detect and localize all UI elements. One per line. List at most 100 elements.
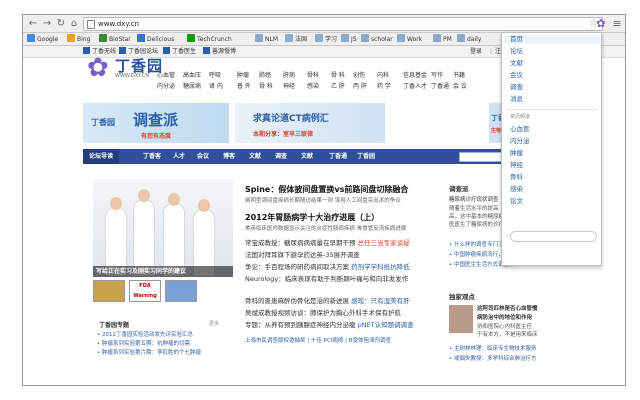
menu-icon[interactable]: ≡: [611, 17, 623, 30]
top-nav-link[interactable]: 普 外: [237, 83, 251, 91]
survey-line[interactable]: 糖尿病诊疗现状调查: [449, 196, 499, 204]
column-item[interactable]: • 2012丁香园实验活动发先评实验汇总: [97, 331, 193, 339]
thumb-fda-warning[interactable]: FDA Warning: [129, 280, 161, 302]
main-nav-item[interactable]: 丁香通: [323, 149, 353, 164]
dropdown-channel-papers[interactable]: 论文: [510, 197, 523, 206]
bookmark-item[interactable]: NLM: [255, 34, 278, 45]
headline-sub[interactable]: 阐明型颈间盘疾病长期随访结果一则 误用人工间盘突出术的争议: [245, 196, 401, 204]
bookmark-item[interactable]: Bing: [67, 34, 90, 45]
expert-list-item[interactable]: • 主树林林理：临床专生物技术服务: [449, 345, 537, 353]
expert-list-item[interactable]: • 戒烟失教授：多学科综合肺治疗方: [449, 355, 537, 363]
main-nav-item[interactable]: 丁香客: [137, 149, 167, 164]
news-item[interactable]: 常宝成教授：糖尿病病病量在早期干预 总任三当专家谈疑: [245, 239, 410, 248]
expert-line[interactable]: 这阿司匹林是否心血管慢: [477, 305, 538, 313]
dropdown-search-input[interactable]: [510, 231, 597, 242]
home-icon[interactable]: ⌂: [68, 18, 80, 30]
thumb-3[interactable]: [165, 280, 197, 302]
dropdown-item-meetings[interactable]: 会议: [510, 71, 523, 80]
column-item[interactable]: • 肿瘤系列实验第五期：抗肿瘤的切需: [97, 340, 190, 348]
forward-icon[interactable]: →: [41, 18, 53, 30]
news-item[interactable]: 法国对拜耳旗下避孕药达英-35展开调查: [245, 251, 360, 260]
dropdown-channel-neurology[interactable]: 神经: [510, 161, 523, 170]
reload-icon[interactable]: ↻: [55, 18, 67, 30]
headline-sub[interactable]: 美英临床医师数据显示关注的炎症性肠病疾病 胃食管反流疾病进展: [245, 224, 406, 232]
top-nav-link[interactable]: 肝病: [283, 72, 295, 80]
top-nav-link[interactable]: 糖尿病: [183, 83, 201, 91]
top-nav-link[interactable]: 肾 内: [209, 83, 223, 91]
main-nav-item[interactable]: 论坛导读: [83, 149, 120, 164]
top-nav-link[interactable]: 药 学: [377, 83, 391, 91]
bookmark-item[interactable]: Delicious: [137, 34, 174, 45]
top-nav-link[interactable]: 内分泌: [157, 83, 175, 91]
dropdown-item-forum[interactable]: 论坛: [510, 47, 523, 56]
bookmark-item[interactable]: Google: [27, 34, 58, 45]
top-nav-link[interactable]: 信息基金: [403, 72, 427, 80]
bookmark-item[interactable]: 法国: [285, 34, 307, 45]
dropdown-channel-endocrine[interactable]: 内分泌: [510, 137, 530, 146]
top-nav-link[interactable]: 骨科: [307, 72, 319, 80]
bookmark-item[interactable]: Work: [397, 34, 422, 45]
bookmark-item[interactable]: TechCrunch: [187, 34, 232, 45]
top-nav-link[interactable]: 肺癌: [259, 72, 271, 80]
top-nav-link[interactable]: 会 议: [453, 83, 467, 91]
banner-survey[interactable]: 丁香园 调查派 有您有态度: [83, 103, 229, 143]
expert-photo[interactable]: [449, 305, 473, 333]
top-nav-link[interactable]: 心血管: [157, 72, 175, 80]
bookmark-item[interactable]: PM: [433, 34, 452, 45]
news-item[interactable]: 吴斌成教授视频访谈：肺保护为胸心外科手术保有护航: [245, 309, 401, 318]
dropdown-channel-oncology[interactable]: 肿瘤: [510, 149, 523, 158]
banner-ct-case[interactable]: 求真论道CT病例汇 本期分享：室早三联律: [235, 103, 385, 143]
top-nav-link[interactable]: 呼吸: [209, 72, 221, 80]
news-item[interactable]: 专题：从养有预到胰腺症神经内分泌瘤 pNET认知题调调查: [245, 321, 414, 330]
top-nav-link[interactable]: 高血压: [183, 72, 201, 80]
news-item[interactable]: Neurology：临床表现有助于判断颞叶痛与和向非发发作: [245, 275, 408, 284]
site-logo[interactable]: ✿ 丁香园 WWW.DXY.CN: [87, 53, 187, 87]
extension-icon[interactable]: ✿: [595, 17, 607, 30]
main-nav-item[interactable]: 调查: [269, 149, 293, 164]
bookmark-item[interactable]: scholar: [361, 34, 393, 45]
top-nav-link[interactable]: 内科: [377, 72, 389, 80]
expert-line[interactable]: 病防治中的地位和作用: [477, 314, 532, 322]
main-nav-item[interactable]: 博客: [217, 149, 241, 164]
news-item[interactable]: 争论：手百程场的研药病间取决方案 药剂学学科抵抗降低: [245, 263, 410, 272]
headline[interactable]: 2012年胃肠病学十大治疗进展（上）: [245, 212, 379, 223]
top-nav-link[interactable]: 骨 科: [331, 72, 345, 80]
column-more-link[interactable]: 更多: [209, 320, 219, 327]
main-nav-item[interactable]: 文献: [295, 149, 319, 164]
headline[interactable]: Spine：假体披间盘置换vs前路间盘切除融合: [245, 184, 408, 195]
main-nav-item[interactable]: 丁香园: [351, 149, 381, 164]
back-icon[interactable]: ←: [27, 18, 39, 30]
feature-photo[interactable]: 写给正在实习及刚实习同学的建议: [93, 179, 233, 277]
dropdown-channel-infection[interactable]: 感染: [510, 185, 523, 194]
dropdown-item-literature[interactable]: 文献: [510, 59, 523, 68]
main-nav-item[interactable]: 会议: [191, 149, 215, 164]
top-nav-link[interactable]: 写作: [431, 72, 443, 80]
main-nav-item[interactable]: 人才: [167, 149, 191, 164]
dropdown-item-home[interactable]: 首页: [504, 35, 600, 44]
top-nav-link[interactable]: 丁香人才: [403, 83, 427, 91]
login-link[interactable]: 登录: [470, 47, 482, 57]
top-nav-link[interactable]: 创伤: [353, 72, 365, 80]
column-item[interactable]: • 肿瘤系列实验第六期：孪肛胜的个七肿瘤: [97, 349, 201, 357]
thumb-1[interactable]: [93, 280, 125, 302]
top-nav-link[interactable]: 丙 肝: [353, 83, 367, 91]
bookmark-item[interactable]: BioStar: [99, 34, 131, 45]
top-nav-link[interactable]: 神经: [283, 83, 295, 91]
top-nav-link[interactable]: 书籍: [453, 72, 465, 80]
news-item[interactable]: 骨科的患患麻醉伪骨化是治的新进展 感现：只有湿美有肝: [245, 297, 410, 306]
main-nav-item[interactable]: 文献: [243, 149, 267, 164]
topbar-link[interactable]: 善源慢博: [203, 47, 236, 57]
dropdown-item-messages[interactable]: 消息: [510, 95, 523, 104]
dropdown-channel-cardiology[interactable]: 心血管: [510, 125, 530, 134]
footer-links[interactable]: 上海市民调查版权邀抽奖 | 十佳 PCI病例 | B受体阻滞剂调查: [245, 337, 391, 346]
top-nav-link[interactable]: 肿瘤: [237, 72, 249, 80]
dropdown-channel-orthopedics[interactable]: 骨科: [510, 173, 523, 182]
top-nav-link[interactable]: 骨 科: [259, 83, 273, 91]
bookmark-item[interactable]: JS: [341, 34, 357, 45]
top-nav-link[interactable]: 感染: [307, 83, 319, 91]
top-nav-link[interactable]: 乙 肝: [331, 83, 345, 91]
top-nav-link[interactable]: 丁香通: [431, 83, 449, 91]
bookmark-item[interactable]: 学习: [315, 34, 337, 45]
dropdown-item-survey[interactable]: 调查: [510, 83, 523, 92]
bookmark-item[interactable]: daily: [457, 34, 481, 45]
